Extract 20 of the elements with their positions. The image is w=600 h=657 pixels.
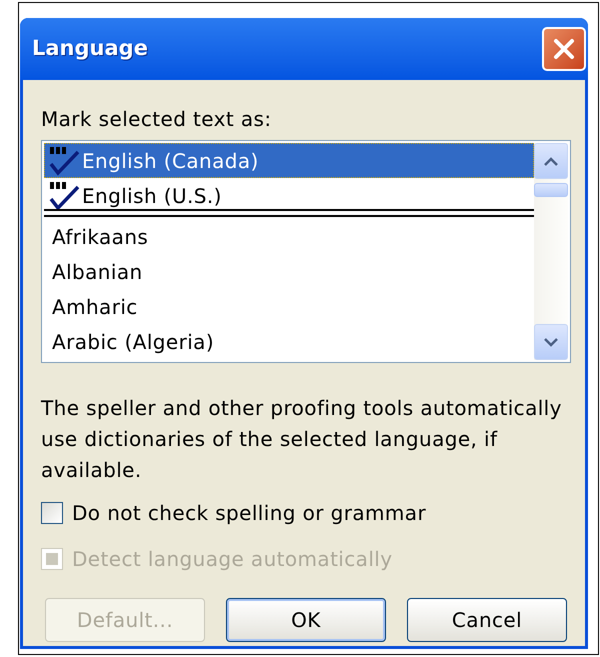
dialog-button[interactable]: Cancel <box>407 598 567 642</box>
window-title: Language <box>32 35 148 62</box>
checkbox[interactable] <box>41 502 63 524</box>
description-text: The speller and other proofing tools automatically use dictionaries of the selected language, if available. <box>41 395 563 484</box>
language-item[interactable]: English (U.S.) <box>44 178 534 214</box>
scroll-down-button[interactable] <box>534 324 568 360</box>
language-item[interactable]: Arabic (Algeria) <box>44 324 534 360</box>
language-item[interactable]: English (Canada) <box>44 143 534 178</box>
language-list[interactable]: English (Canada) English (U.S.) Afrikaans Albanian Amharic Arabic (Algeria) <box>41 140 571 363</box>
scrollbar[interactable] <box>534 143 568 360</box>
language-item[interactable]: Amharic <box>44 290 534 325</box>
language-item[interactable]: Afrikaans <box>44 219 534 254</box>
dialog-button[interactable]: OK <box>226 598 386 642</box>
list-label: Mark selected text as: <box>41 106 272 133</box>
close-icon <box>553 38 575 60</box>
close-button[interactable] <box>542 27 586 71</box>
scroll-thumb[interactable] <box>534 183 568 197</box>
scroll-up-button[interactable] <box>534 143 568 179</box>
checkbox-label[interactable]: Do not check spelling or grammar <box>72 498 426 528</box>
language-item[interactable]: Albanian <box>44 254 534 290</box>
